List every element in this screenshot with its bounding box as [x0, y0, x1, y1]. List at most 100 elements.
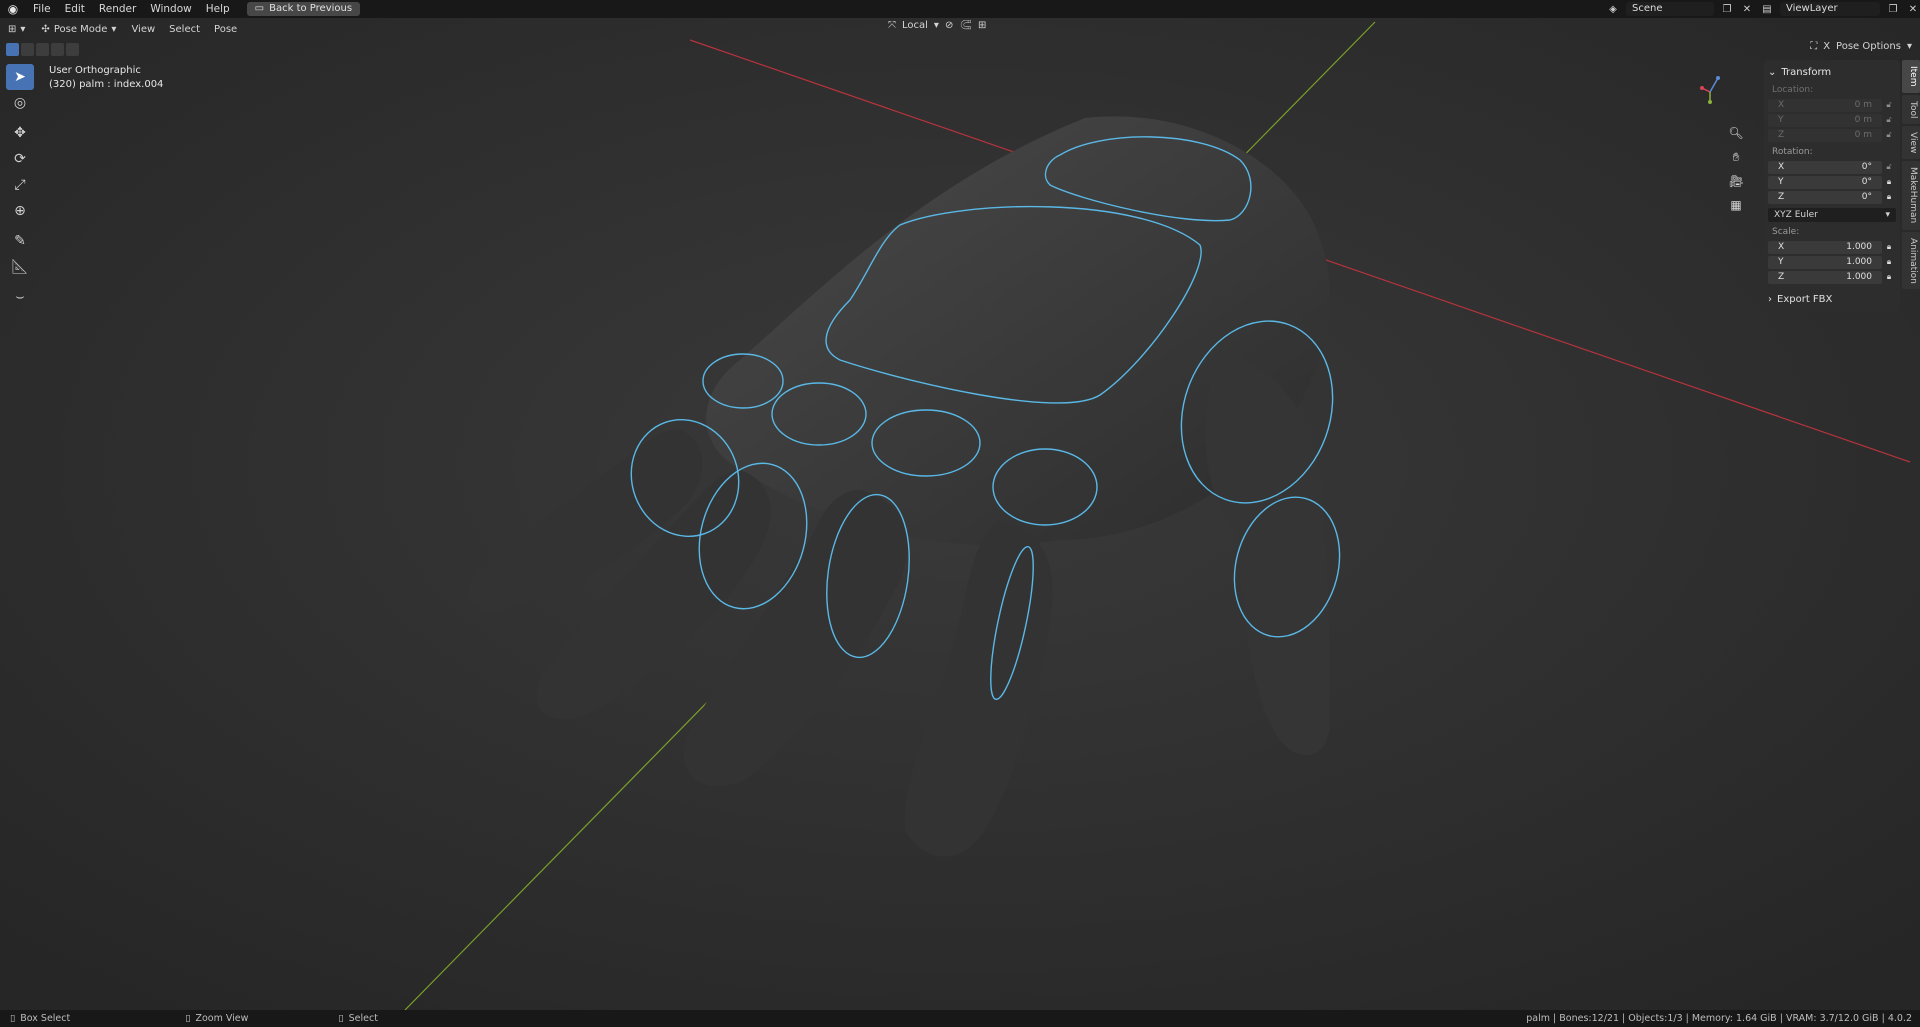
select-mode-extend[interactable] [21, 42, 34, 56]
rotate-tool[interactable]: ⟳ [6, 146, 34, 172]
snap-grid-icon[interactable]: ⊞ [978, 20, 986, 31]
select-mode-new[interactable] [6, 42, 19, 56]
pencil-icon: ✎ [14, 233, 26, 249]
bone-size-tool[interactable]: ⌣ [6, 284, 34, 310]
tab-tool[interactable]: Tool [1902, 94, 1920, 124]
location-y-row: Y0 m 🔓︎ [1768, 113, 1896, 127]
tab-view[interactable]: View [1902, 125, 1920, 160]
scale-y-field[interactable]: Y 1.000 [1768, 255, 1882, 269]
select-mode-subtract[interactable] [36, 42, 49, 56]
tab-item[interactable]: Item [1902, 60, 1920, 93]
scene-field[interactable]: Scene [1626, 2, 1714, 16]
scale-z-row: Z 1.000 🔒︎ [1768, 270, 1896, 284]
location-z-row: Z0 m 🔓︎ [1768, 128, 1896, 142]
camera-icon[interactable]: 🎥︎ [1727, 172, 1745, 190]
navigation-controls: 🔍︎ ✋︎ 🎥︎ ▦ [1727, 124, 1745, 214]
rotation-y-row: Y 0° 🔒︎ [1768, 175, 1896, 189]
rotation-y-field[interactable]: Y 0° [1768, 175, 1882, 189]
select-mode-invert[interactable] [51, 42, 64, 56]
menu-help[interactable]: Help [199, 0, 237, 18]
sidebar-transform-panel: ⌄ Transform Location: X0 m 🔓︎ Y0 m 🔓︎ Z0… [1764, 60, 1900, 311]
close-scene-icon[interactable]: ✕ [1740, 2, 1754, 16]
select-mode-intersect[interactable] [66, 42, 79, 56]
scene-statistics: palm | Bones:12/21 | Objects:1/3 | Memor… [1526, 1013, 1912, 1024]
viewport-overlay-text: User Orthographic (320) palm : index.004 [49, 64, 163, 92]
grid-icon[interactable]: ▦ [1727, 196, 1745, 214]
location-z-field[interactable]: Z0 m [1768, 128, 1882, 142]
blender-logo-icon[interactable]: ◉ [0, 2, 26, 16]
transform-panel-header[interactable]: ⌄ Transform [1768, 64, 1896, 80]
pose-options-button[interactable]: Pose Options [1836, 41, 1901, 52]
lock-icon[interactable]: 🔓︎ [1882, 130, 1896, 140]
zoom-icon[interactable]: 🔍︎ [1727, 124, 1745, 142]
export-fbx-panel-header[interactable]: › Export FBX [1768, 294, 1896, 305]
transform-panel-title: Transform [1781, 66, 1832, 78]
select-box-tool[interactable]: ➤ [6, 64, 34, 90]
ruler-icon: 📐︎ [11, 259, 29, 275]
lock-icon[interactable]: 🔒︎ [1882, 192, 1896, 202]
location-x-field[interactable]: X0 m [1768, 98, 1882, 112]
rotation-mode-select[interactable]: XYZ Euler ▾ [1768, 208, 1896, 222]
chevron-down-icon: ▾ [1885, 210, 1890, 220]
header-menu-view[interactable]: View [124, 24, 162, 35]
mode-selector[interactable]: ✣ Pose Mode ▾ [33, 24, 124, 35]
rotation-z-field[interactable]: Z 0° [1768, 190, 1882, 204]
lock-icon[interactable]: 🔒︎ [1882, 257, 1896, 267]
rotation-x-row: X 0° 🔓︎ [1768, 160, 1896, 174]
tab-animation[interactable]: Animation [1902, 231, 1920, 290]
location-y-field[interactable]: Y0 m [1768, 113, 1882, 127]
measure-tool[interactable]: 📐︎ [6, 254, 34, 280]
close-view-layer-icon[interactable]: ✕ [1906, 2, 1920, 16]
lock-icon[interactable]: 🔓︎ [1882, 162, 1896, 172]
view-name: User Orthographic [49, 65, 141, 76]
mirror-x-icon[interactable]: X [1823, 41, 1830, 52]
editor-type-selector[interactable]: ⊞ ▾ [0, 24, 33, 35]
snap-icon[interactable]: 🧲︎ [959, 20, 972, 31]
header-menu-pose[interactable]: Pose [207, 24, 244, 35]
header-menu-select[interactable]: Select [162, 24, 207, 35]
pivot-icon[interactable]: ⊘ [945, 20, 953, 31]
screen-icon: ▭ [254, 3, 265, 14]
lock-icon[interactable]: 🔒︎ [1882, 272, 1896, 282]
annotate-tool[interactable]: ✎ [6, 228, 34, 254]
lock-icon[interactable]: 🔓︎ [1882, 100, 1896, 110]
menu-edit[interactable]: Edit [58, 0, 92, 18]
lock-icon[interactable]: 🔒︎ [1882, 242, 1896, 252]
pan-hand-icon[interactable]: ✋︎ [1727, 148, 1745, 166]
tab-makehuman[interactable]: MakeHuman [1902, 161, 1920, 230]
rotation-z-row: Z 0° 🔒︎ [1768, 190, 1896, 204]
mouse-left-icon: ▯ [10, 1013, 16, 1024]
menu-window[interactable]: Window [143, 0, 198, 18]
scale-tool[interactable]: ⤢ [6, 172, 34, 198]
copy-scene-icon[interactable]: ❐ [1720, 2, 1734, 16]
status-select: ▯ Select [338, 1013, 378, 1024]
transform-tool[interactable]: ⊕ [6, 198, 34, 224]
cursor-tool[interactable]: ◎ [6, 90, 34, 116]
transform-affect-icon[interactable]: ⛶ [1810, 41, 1817, 52]
rotate-icon: ⟳ [14, 151, 26, 167]
scale-z-field[interactable]: Z 1.000 [1768, 270, 1882, 284]
active-bone-info: (320) palm : index.004 [49, 79, 164, 90]
export-fbx-label: Export FBX [1777, 294, 1833, 305]
back-to-previous-button[interactable]: ▭ Back to Previous [246, 2, 361, 16]
scale-x-field[interactable]: X 1.000 [1768, 240, 1882, 254]
status-zoom-view: ▯ Zoom View [185, 1013, 249, 1024]
move-icon: ✥ [14, 125, 26, 141]
axis-gizmo[interactable] [1690, 70, 1730, 110]
center-header-tools: ⤧ Local ▾ ⊘ 🧲︎ ⊞ [888, 20, 986, 31]
lock-icon[interactable]: 🔓︎ [1882, 115, 1896, 125]
chevron-down-icon: ▾ [111, 23, 117, 35]
scene-icon: ◈ [1609, 3, 1617, 15]
workspace-selectors: ◈ Scene ❐ ✕ ▤ ViewLayer ❐ ✕ [1606, 0, 1920, 18]
chevron-down-icon: ▾ [1906, 41, 1912, 52]
view-layer-field[interactable]: ViewLayer [1780, 2, 1880, 16]
rotation-x-field[interactable]: X 0° [1768, 160, 1882, 174]
copy-view-layer-icon[interactable]: ❐ [1886, 2, 1900, 16]
lock-icon[interactable]: 🔒︎ [1882, 177, 1896, 187]
transform-orientation-select[interactable]: Local [902, 20, 928, 31]
viewport-3d[interactable] [0, 18, 1920, 1010]
back-to-previous-label: Back to Previous [269, 3, 353, 14]
menu-render[interactable]: Render [92, 0, 143, 18]
move-tool[interactable]: ✥ [6, 120, 34, 146]
menu-file[interactable]: File [26, 0, 58, 18]
